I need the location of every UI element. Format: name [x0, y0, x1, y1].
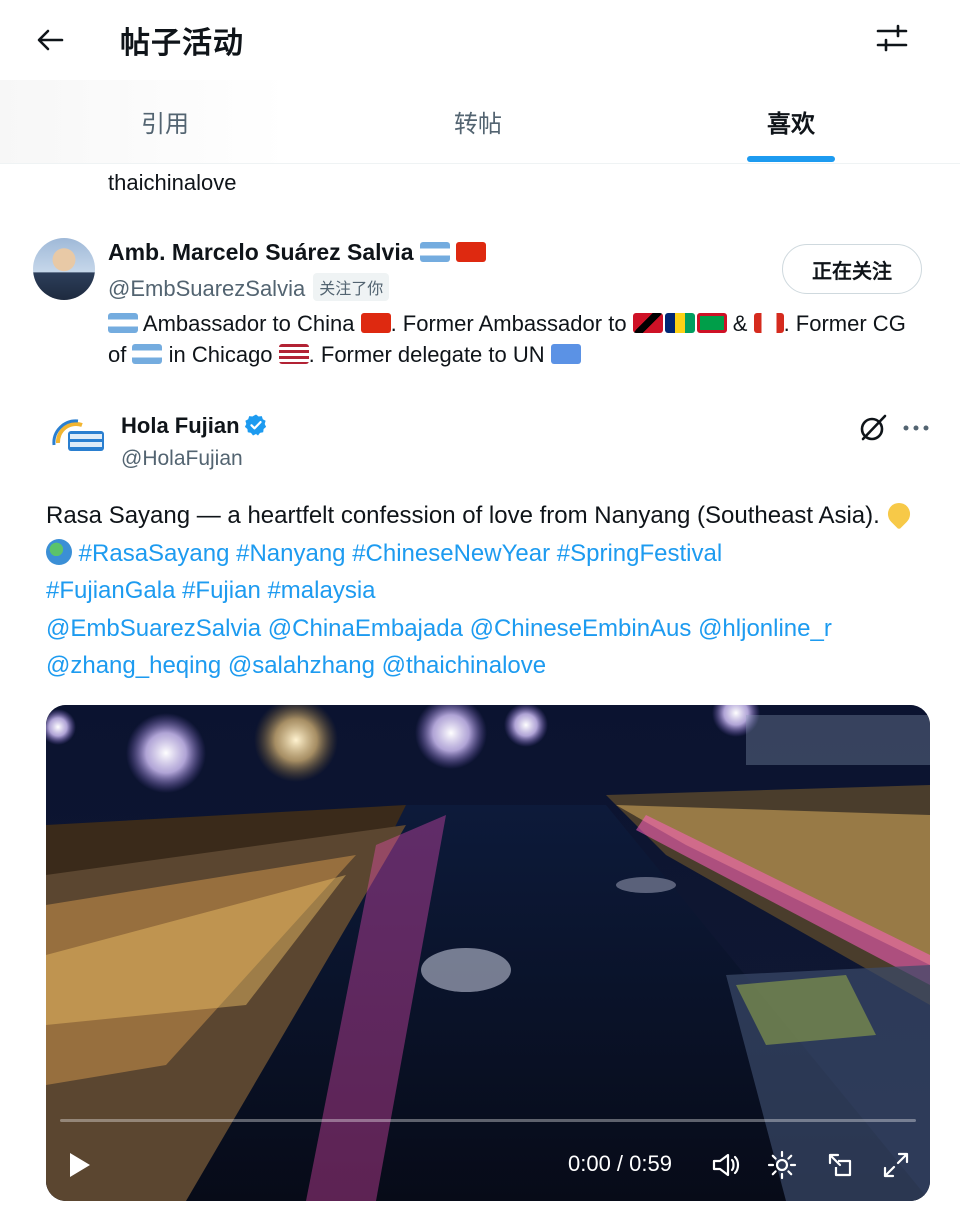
following-button[interactable]: 正在关注	[782, 244, 922, 294]
follows-you-badge: 关注了你	[313, 273, 390, 301]
post-mentions[interactable]: @EmbSuarezSalvia @ChinaEmbajada @Chinese…	[46, 615, 832, 642]
user-name[interactable]: Amb. Marcelo Suárez Salvia	[108, 239, 486, 266]
hola-fujian-logo[interactable]	[48, 415, 108, 463]
bio-text: . Former delegate to UN	[308, 342, 551, 367]
tab-likes[interactable]: 喜欢	[767, 104, 815, 139]
sliders-icon[interactable]	[872, 22, 916, 58]
picture-in-picture-icon[interactable]	[824, 1149, 856, 1181]
globe-icon	[46, 538, 72, 565]
post-author-name-text: Hola Fujian	[121, 413, 240, 438]
settings-icon[interactable]	[766, 1149, 798, 1181]
post-text: Rasa Sayang — a heartfelt confession of …	[46, 502, 887, 529]
volume-icon[interactable]	[710, 1149, 742, 1181]
saint-vincent-flag-icon	[664, 313, 695, 333]
canada-flag-icon	[753, 313, 784, 333]
usa-flag-icon	[278, 344, 309, 364]
top-app-bar: 帖子活动	[0, 0, 960, 80]
user-list-item[interactable]: Amb. Marcelo Suárez Salvia @EmbSuarezSal…	[0, 230, 960, 380]
grok-icon[interactable]	[858, 413, 888, 443]
video-progress-bar[interactable]	[60, 1119, 916, 1122]
user-name-partial[interactable]: thaichinalove	[108, 170, 236, 196]
fullscreen-icon[interactable]	[880, 1149, 912, 1181]
post-card[interactable]: Hola Fujian @HolaFujian Rasa Sayang — a …	[30, 393, 950, 1223]
grenada-flag-icon	[696, 313, 727, 333]
china-flag-icon	[455, 242, 486, 262]
post-mentions[interactable]: @zhang_heqing @salahzhang @thaichinalove	[46, 652, 546, 679]
china-flag-icon	[360, 313, 391, 333]
argentina-flag-icon	[132, 344, 163, 364]
arrow-left-icon[interactable]	[30, 22, 70, 58]
post-author-handle[interactable]: @HolaFujian	[121, 447, 243, 471]
bio-text: . Former Ambassador to	[390, 311, 633, 336]
bio-text: Ambassador to China	[138, 311, 361, 336]
play-icon[interactable]	[64, 1149, 94, 1181]
page-title: 帖子活动	[120, 26, 244, 61]
post-body: Rasa Sayang — a heartfelt confession of …	[46, 497, 936, 685]
post-author-name[interactable]: Hola Fujian	[121, 413, 268, 439]
more-options-icon[interactable]	[902, 413, 930, 443]
user-name-text: Amb. Marcelo Suárez Salvia	[108, 239, 414, 265]
tab-active-indicator	[747, 156, 835, 162]
user-handle-text: @EmbSuarezSalvia	[108, 276, 306, 301]
avatar[interactable]	[33, 238, 95, 300]
yellow-heart-icon	[883, 498, 916, 530]
argentina-flag-icon	[108, 313, 138, 333]
tab-quotes[interactable]: 引用	[141, 104, 189, 139]
verified-badge-icon	[244, 414, 266, 436]
tab-bar: 引用 转帖 喜欢	[0, 80, 960, 164]
video-player[interactable]: 0:00 / 0:59	[46, 705, 930, 1201]
bio-text: in Chicago	[162, 342, 279, 367]
video-time: 0:00 / 0:59	[568, 1151, 672, 1176]
video-frame	[46, 705, 930, 1201]
user-bio: Ambassador to China . Former Ambassador …	[108, 308, 928, 370]
post-hashtags[interactable]: #FujianGala #Fujian #malaysia	[46, 577, 376, 604]
bio-text: &	[726, 311, 754, 336]
un-flag-icon	[550, 344, 581, 364]
post-hashtags[interactable]: #RasaSayang #Nanyang #ChineseNewYear #Sp…	[79, 540, 723, 567]
argentina-flag-icon	[419, 242, 450, 262]
user-handle: @EmbSuarezSalvia 关注了你	[108, 273, 390, 302]
trinidad-flag-icon	[632, 313, 663, 333]
tab-reposts[interactable]: 转帖	[454, 104, 502, 139]
